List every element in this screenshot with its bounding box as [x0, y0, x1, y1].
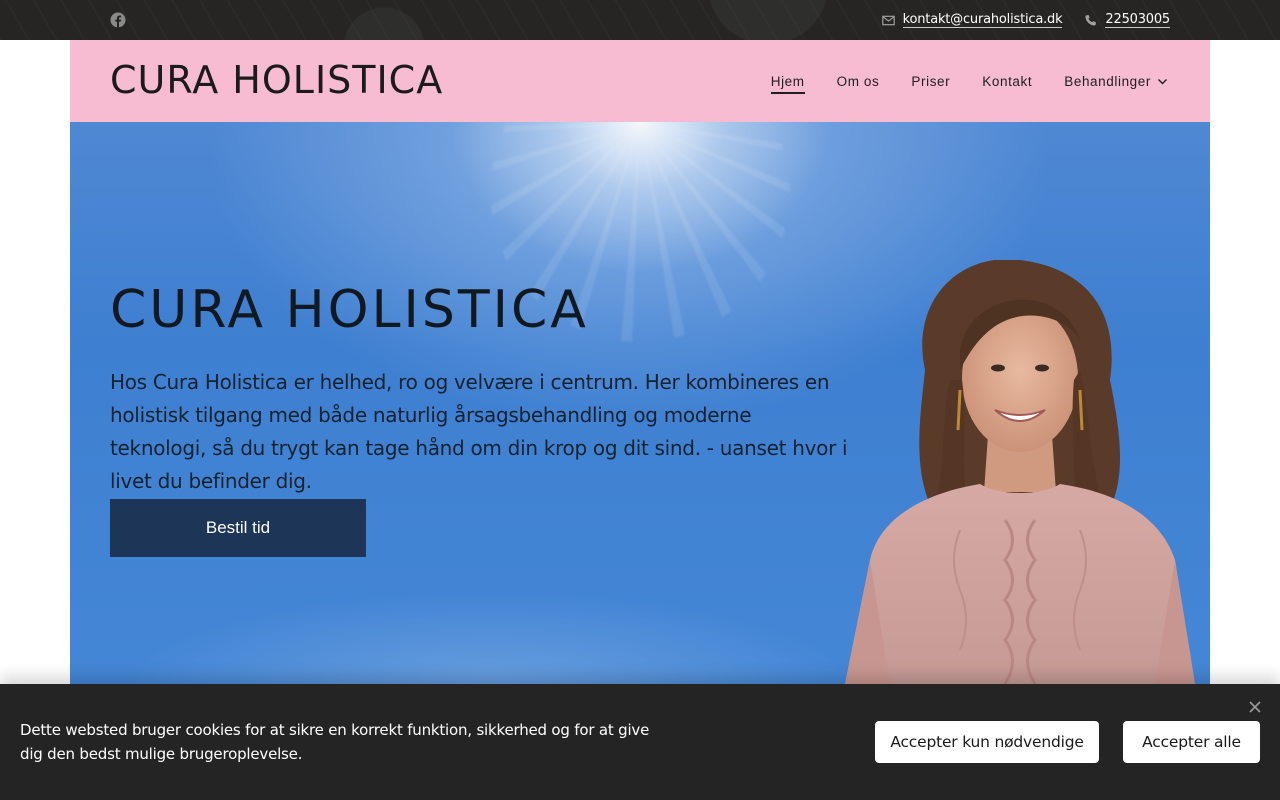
nav-item-behandlinger[interactable]: Behandlinger [1064, 74, 1168, 89]
accept-all-button[interactable]: Accepter alle [1123, 721, 1260, 763]
chevron-down-icon [1158, 78, 1167, 84]
main-nav: Hjem Om os Priser Kontakt Behandlinger [770, 40, 1168, 122]
phone-icon [1085, 14, 1097, 26]
phone-link[interactable]: 22503005 [1105, 12, 1170, 28]
cookie-banner: Dette websted bruger cookies for at sikr… [0, 684, 1280, 800]
cookie-message: Dette websted bruger cookies for at sikr… [20, 721, 650, 763]
nav-item-behandlinger-label: Behandlinger [1064, 73, 1151, 89]
mail-icon [881, 15, 895, 25]
portrait-image [845, 260, 1195, 684]
email-link[interactable]: kontakt@curaholistica.dk [902, 12, 1063, 28]
nav-item-priser[interactable]: Priser [911, 74, 950, 89]
email-item: kontakt@curaholistica.dk [881, 12, 1063, 28]
phone-item: 22503005 [1084, 12, 1170, 28]
top-bar: kontakt@curaholistica.dk 22503005 [0, 0, 1280, 40]
hero-description: Hos Cura Holistica er helhed, ro og velv… [110, 370, 848, 493]
accept-necessary-button[interactable]: Accepter kun nødvendige [875, 721, 1099, 763]
site-header: CURA HOLISTICA Hjem Om os Priser Kontakt… [70, 40, 1210, 122]
nav-item-om-os[interactable]: Om os [837, 74, 880, 89]
hero-title: CURA HOLISTICA [110, 280, 589, 340]
contact-info: kontakt@curaholistica.dk 22503005 [881, 0, 1170, 40]
book-appointment-button[interactable]: Bestil tid [110, 499, 366, 557]
facebook-icon [110, 12, 126, 28]
close-icon[interactable] [1248, 700, 1262, 714]
nav-item-hjem[interactable]: Hjem [770, 74, 805, 94]
site-logo[interactable]: CURA HOLISTICA [110, 58, 443, 102]
hero-section: CURA HOLISTICA Hos Cura Holistica er hel… [70, 122, 1210, 684]
nav-item-kontakt[interactable]: Kontakt [982, 74, 1032, 89]
